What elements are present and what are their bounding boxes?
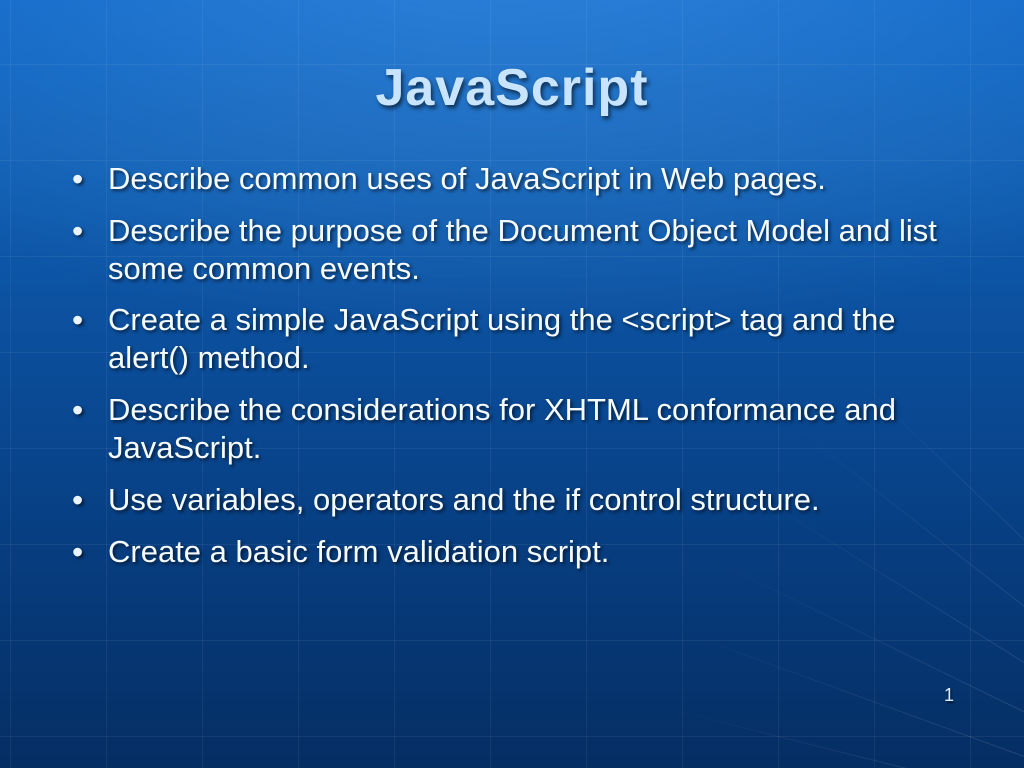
list-item: Describe the purpose of the Document Obj… bbox=[72, 212, 976, 288]
list-item: Describe common uses of JavaScript in We… bbox=[72, 160, 976, 198]
slide-title: JavaScript bbox=[48, 58, 976, 118]
list-item: Use variables, operators and the if cont… bbox=[72, 481, 976, 519]
slide: JavaScript Describe common uses of JavaS… bbox=[0, 0, 1024, 768]
page-number: 1 bbox=[944, 685, 954, 706]
list-item: Describe the considerations for XHTML co… bbox=[72, 391, 976, 467]
bullet-list: Describe common uses of JavaScript in We… bbox=[48, 160, 976, 570]
list-item: Create a simple JavaScript using the <sc… bbox=[72, 301, 976, 377]
list-item: Create a basic form validation script. bbox=[72, 533, 976, 571]
